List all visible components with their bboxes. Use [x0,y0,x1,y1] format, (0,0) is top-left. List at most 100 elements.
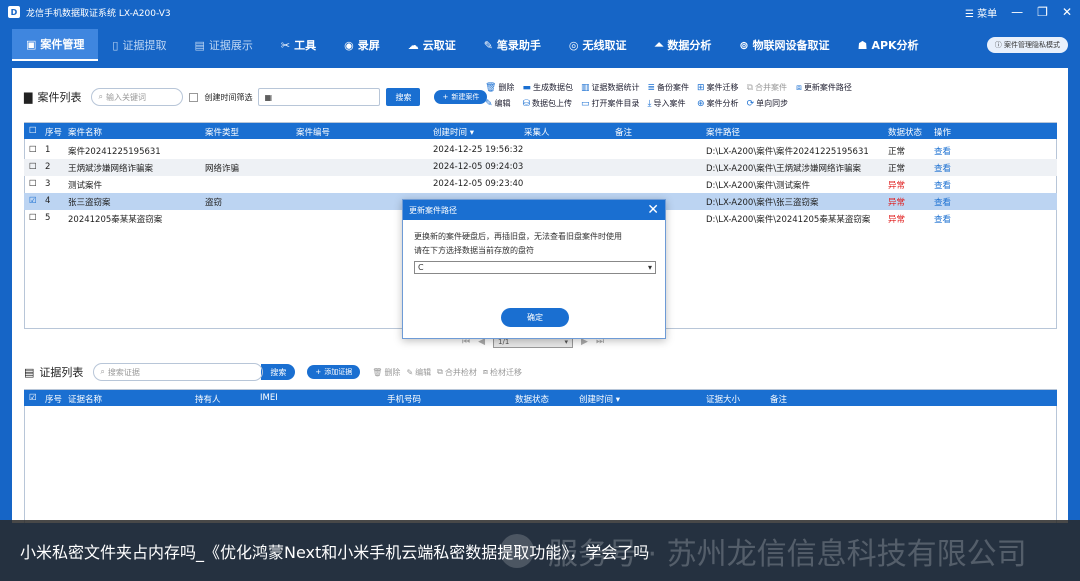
row-checkbox[interactable]: ☐ [29,213,37,223]
cloud-icon: ☁ [407,38,419,52]
one-way-sync-button[interactable]: ⟳ 单向同步 [747,98,789,109]
evidence-stats-button[interactable]: ▥ 证据数据统计 [581,82,640,93]
confirm-button[interactable]: 确定 [501,308,569,327]
new-case-button[interactable]: + 新建案件 [434,90,488,104]
upload-icon: ⛁ [522,98,530,109]
sort-evidence-created-header[interactable]: 创建时间 ▾ [579,393,620,405]
row-checkbox[interactable]: ☐ [29,145,37,155]
menu-analysis[interactable]: ⏶ 数据分析 [641,29,726,61]
title-bar: D 龙信手机数据取证系统 LX-A200-V3 ☰ 菜单 — ❐ ✕ [0,0,1080,24]
case-table-header: ☐ 序号 案件名称 案件类型 案件编号 创建时间 ▾ 采集人 备注 案件路径 数… [24,123,1057,139]
close-icon[interactable]: ✕ [1062,6,1072,18]
android-icon: ☗ [857,38,868,52]
iot-icon: ⊚ [739,38,749,52]
menu-wireless[interactable]: ◎ 无线取证 [555,29,641,61]
dialog-line-2: 请在下方选择数据当前存放的盘符 [414,246,534,255]
book-icon: ▇ [24,90,33,104]
menu-case-management[interactable]: ▣ 案件管理 [12,29,99,61]
analysis-icon: ⏶ [654,38,664,51]
menu-evidence-display[interactable]: ▤ 证据展示 [180,29,266,61]
backup-case-button[interactable]: ≣ 备份案件 [647,82,689,93]
date-range-input[interactable]: ▦ [258,88,381,106]
update-path-button[interactable]: ⧈ 更新案件路径 [796,82,852,93]
view-link[interactable]: 查看 [934,196,951,208]
phone-icon: ▯ [112,38,119,52]
caption-text: 小米私密文件夹占内存吗_《优化鸿蒙Next和小米手机云端私密数据提取功能》，学会… [20,542,650,562]
privacy-mode-button[interactable]: ⓘ 案件管理隐私模式 [986,37,1068,53]
main-panel: ▇ 案件列表 ⌕ 输入关键词 创建时间筛选 ▦ 搜索 + 新建案件 🗑 删除 ▬ 生成数据… [12,68,1068,523]
migrate-icon: ⧈ [482,367,488,376]
edit-icon: ✎ [406,367,414,377]
package-icon: ▬ [522,82,531,93]
table-row[interactable]: ☐ 3 测试案件 2024-12-05 09:23:40 D:\LX-A200\… [24,176,1057,193]
migrate-material-button[interactable]: ⧈ 检材迁移 [483,367,522,378]
menu-record[interactable]: ◉ 录屏 [330,29,394,61]
dialog-title: 更新案件路径 [409,205,457,215]
import-case-button[interactable]: ⤓ 导入案件 [647,98,689,109]
menu-iot[interactable]: ⊚ 物联网设备取证 [725,29,843,61]
backup-icon: ≣ [647,82,656,93]
merge-material-button[interactable]: ⧉ 合并检材 [437,367,477,378]
case-search-input[interactable]: ⌕ 输入关键词 [91,88,184,106]
case-toolbar: ▇ 案件列表 ⌕ 输入关键词 创建时间筛选 ▦ 搜索 + 新建案件 [24,88,488,106]
edit-evidence-button[interactable]: ✎ 编辑 [406,367,431,378]
migrate-case-button[interactable]: ⊞ 案件迁移 [697,82,739,93]
merge-icon: ⧉ [437,367,443,376]
record-icon: ◉ [344,38,354,52]
evidence-list-title: ▤ 证据列表 [24,365,84,380]
dialog-header: 更新案件路径 ✕ [403,200,665,220]
upload-package-button[interactable]: ⛁ 数据包上传 [522,98,573,109]
migrate-icon: ⊞ [697,82,705,93]
merge-icon: ⧉ [746,82,753,93]
case-list-title: ▇ 案件列表 [24,90,82,105]
calendar-icon: ▦ [264,92,273,102]
delete-evidence-button[interactable]: 🗑 删除 [372,367,400,378]
list-icon: ▤ [24,365,35,379]
view-link[interactable]: 查看 [934,179,951,191]
minimize-icon[interactable]: — [1011,6,1023,18]
evidence-search-input[interactable]: ⌕ 搜索证据 [93,363,264,381]
close-icon[interactable]: ✕ [647,203,659,217]
open-folder-button[interactable]: ▭ 打开案件目录 [581,98,640,109]
menu-cloud[interactable]: ☁ 云取证 [394,29,470,61]
update-path-dialog: 更新案件路径 ✕ 更换新的案件硬盘后，再插旧盘，无法查看旧盘案件时使用 请在下方… [402,199,666,339]
view-link[interactable]: 查看 [934,162,951,174]
menu-button[interactable]: ☰ 菜单 [965,5,997,20]
menu-notes[interactable]: ✎ 笔录助手 [470,29,555,61]
merge-case-button[interactable]: ⧉ 合并案件 [747,82,789,93]
date-filter-checkbox[interactable] [189,92,199,102]
view-link[interactable]: 查看 [934,145,951,157]
select-all-evidence-checkbox[interactable]: ☑ [29,393,37,403]
delete-case-button[interactable]: 🗑 删除 [485,82,514,93]
folder-icon: ▣ [26,37,37,51]
view-link[interactable]: 查看 [934,213,951,225]
table-row[interactable]: ☐ 1 案件20241225195631 2024-12-25 19:56:32… [24,142,1057,159]
evidence-table [24,389,1057,523]
sync-icon: ⟳ [746,98,755,109]
row-checkbox-checked[interactable]: ☑ [29,196,37,206]
edit-case-button[interactable]: ✎ 编辑 [485,98,514,109]
add-evidence-button[interactable]: + 添加证据 [307,365,361,379]
import-icon: ⤓ [647,98,652,109]
main-menubar: ▣ 案件管理 ▯ 证据提取 ▤ 证据展示 ✂ 工具 ◉ 录屏 ☁ 云取证 ✎ 笔录助手 ◎ 无线… [0,24,1080,66]
search-icon: ⌕ [98,92,103,101]
sort-created-header[interactable]: 创建时间 ▾ [433,126,474,138]
date-filter-label: 创建时间筛选 [204,92,253,102]
menu-evidence-extract[interactable]: ▯ 证据提取 [98,29,180,61]
restore-icon[interactable]: ❐ [1037,6,1048,18]
magnifier-icon: ⊕ [697,98,705,109]
generate-package-button[interactable]: ▬ 生成数据包 [522,82,573,93]
chevron-down-icon: ▾ [564,338,569,346]
row-checkbox[interactable]: ☐ [29,162,37,172]
menu-apk[interactable]: ☗ APK分析 [844,29,933,61]
select-all-checkbox[interactable]: ☐ [29,126,37,136]
evidence-search-button[interactable]: 搜索 [261,364,296,380]
row-checkbox[interactable]: ☐ [29,179,37,189]
drive-select[interactable]: C ▾ [414,261,656,274]
case-search-button[interactable]: 搜索 [386,88,421,106]
tools-icon: ✂ [280,38,291,52]
menu-tools[interactable]: ✂ 工具 [267,29,330,61]
table-row[interactable]: ☐ 2 王炳斌涉嫌网络诈骗案 网络诈骗 2024-12-05 09:24:03 … [24,159,1057,176]
folder-open-icon: ▭ [580,98,590,109]
analyze-case-button[interactable]: ⊕ 案件分析 [697,98,739,109]
